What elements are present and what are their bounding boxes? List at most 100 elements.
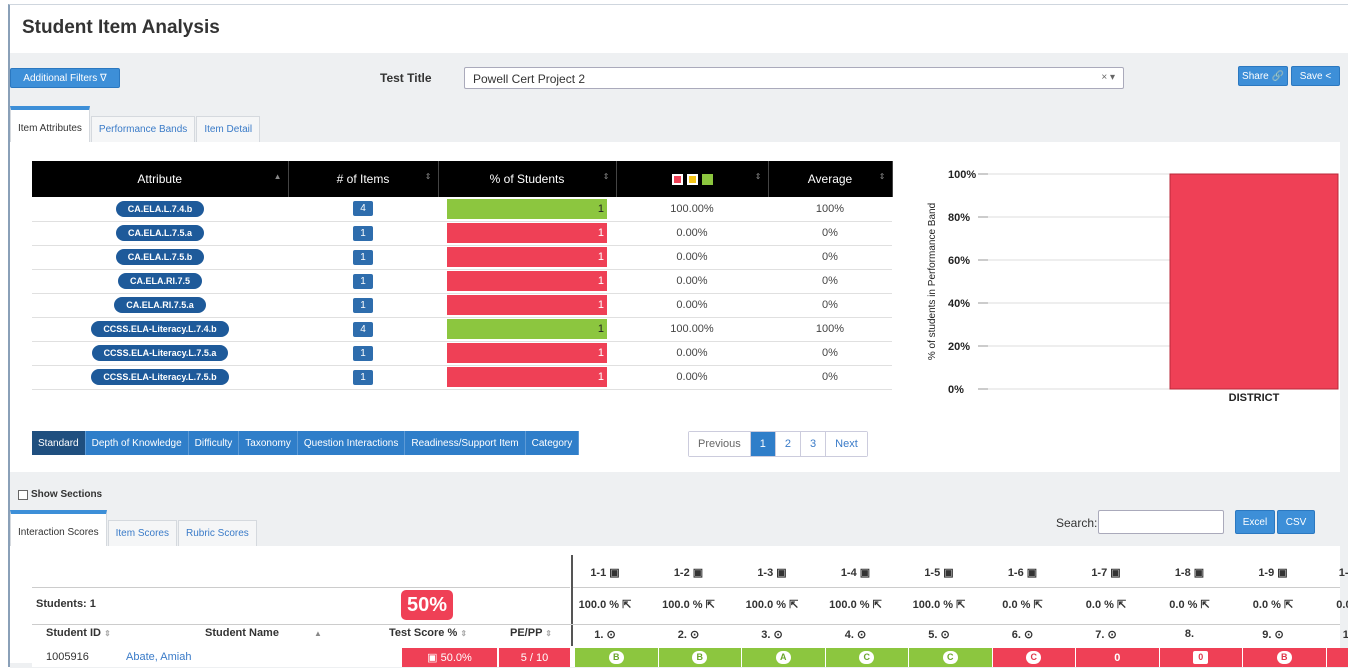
pagination-next[interactable]: Next — [826, 432, 867, 456]
category-button-bar: Standard Depth of Knowledge Difficulty T… — [32, 431, 579, 455]
csv-export-button[interactable]: CSV — [1277, 510, 1315, 534]
question-number-header[interactable]: 2. ⊙ — [659, 628, 719, 641]
item-count-badge[interactable]: 4 — [353, 201, 373, 216]
category-standard-button[interactable]: Standard — [32, 431, 86, 455]
share-button[interactable]: Share 🔗 — [1238, 66, 1288, 86]
student-name-link[interactable]: Abate, Amiah — [126, 651, 191, 663]
question-pct-header[interactable]: 0.0 % ⇱ — [1243, 598, 1303, 611]
category-category-button[interactable]: Category — [526, 431, 580, 455]
question-number-header[interactable]: 3. ⊙ — [742, 628, 802, 641]
question-pct-header[interactable]: 100.0 % ⇱ — [909, 598, 969, 611]
category-dok-button[interactable]: Depth of Knowledge — [86, 431, 189, 455]
answer-cell[interactable]: C — [993, 648, 1076, 667]
question-id-header[interactable]: 1-6 ▣ — [993, 566, 1053, 579]
category-taxonomy-button[interactable]: Taxonomy — [239, 431, 298, 455]
question-pct-header[interactable]: 100.0 % ⇱ — [826, 598, 886, 611]
question-id-header[interactable]: 1-8 ▣ — [1160, 566, 1220, 579]
col-legend[interactable]: ⇕ — [616, 161, 768, 197]
answer-cell[interactable]: B — [1243, 648, 1326, 667]
answer-cell[interactable]: B — [659, 648, 742, 667]
col-attribute[interactable]: Attribute▲ — [32, 161, 288, 197]
pagination-page-2[interactable]: 2 — [776, 432, 801, 456]
category-difficulty-button[interactable]: Difficulty — [189, 431, 240, 455]
attribute-pill[interactable]: CCSS.ELA-Literacy.L.7.5.b — [91, 369, 228, 385]
item-count-badge[interactable]: 1 — [353, 346, 373, 361]
category-readiness-button[interactable]: Readiness/Support Item — [405, 431, 525, 455]
attribute-pill[interactable]: CA.ELA.L.7.5.b — [116, 249, 205, 265]
item-count-badge[interactable]: 1 — [353, 274, 373, 289]
answer-cell[interactable]: 0 — [1160, 648, 1243, 667]
tab-interaction-scores[interactable]: Interaction Scores — [10, 510, 107, 546]
item-count-badge[interactable]: 1 — [353, 298, 373, 313]
show-sections-toggle[interactable]: Show Sections — [18, 489, 102, 500]
attribute-pill[interactable]: CA.ELA.L.7.5.a — [116, 225, 204, 241]
question-pct-header[interactable]: 100.0 % ⇱ — [575, 598, 635, 611]
answer-cell[interactable] — [1327, 648, 1348, 667]
question-number-header[interactable]: 8. — [1160, 628, 1220, 640]
question-pct-header[interactable]: 0.0 % ⇱ — [1076, 598, 1136, 611]
attribute-pill[interactable]: CA.ELA.RI.7.5 — [118, 273, 202, 289]
item-count-badge[interactable]: 1 — [353, 226, 373, 241]
question-number-header[interactable]: 4. ⊙ — [826, 628, 886, 641]
tab-item-attributes[interactable]: Item Attributes — [10, 106, 90, 142]
item-count-badge[interactable]: 4 — [353, 322, 373, 337]
question-id-header[interactable]: 1-5 ▣ — [909, 566, 969, 579]
category-question-interactions-button[interactable]: Question Interactions — [298, 431, 406, 455]
question-number-header[interactable]: 9. ⊙ — [1243, 628, 1303, 641]
answer-cell[interactable]: A — [742, 648, 825, 667]
pagination-page-3[interactable]: 3 — [801, 432, 826, 456]
question-id-header[interactable]: 1-2 ▣ — [659, 566, 719, 579]
show-sections-checkbox[interactable] — [18, 490, 28, 500]
tab-item-detail[interactable]: Item Detail — [196, 116, 260, 142]
col-items[interactable]: # of Items⇕ — [288, 161, 438, 197]
question-pct-header[interactable]: 100.0 % ⇱ — [659, 598, 719, 611]
answer-cell[interactable]: B — [575, 648, 658, 667]
additional-filters-button[interactable]: Additional Filters ∇ — [10, 68, 120, 88]
question-number-header[interactable]: 10. ⊙ — [1327, 628, 1348, 641]
excel-export-button[interactable]: Excel — [1235, 510, 1275, 534]
question-number-header[interactable]: 5. ⊙ — [909, 628, 969, 641]
item-count-badge[interactable]: 1 — [353, 250, 373, 265]
question-pct-header[interactable]: 0.0 % ⇱ — [1160, 598, 1220, 611]
test-title-select[interactable]: Powell Cert Project 2 × ▾ — [464, 67, 1124, 89]
question-id-header[interactable]: 1-9 ▣ — [1243, 566, 1303, 579]
col-average[interactable]: Average⇕ — [768, 161, 892, 197]
pagination-previous[interactable]: Previous — [689, 432, 751, 456]
attribute-pill[interactable]: CCSS.ELA-Literacy.L.7.4.b — [91, 321, 228, 337]
pagination-page-1[interactable]: 1 — [751, 432, 776, 456]
attribute-pill[interactable]: CA.ELA.L.7.4.b — [116, 201, 205, 217]
question-number-header[interactable]: 1. ⊙ — [575, 628, 635, 641]
save-button[interactable]: Save < — [1291, 66, 1340, 86]
attribute-pill[interactable]: CCSS.ELA-Literacy.L.7.5.a — [92, 345, 229, 361]
question-id-header[interactable]: 1-7 ▣ — [1076, 566, 1136, 579]
table-row: CA.ELA.L.7.4.b41100.00%100% — [32, 197, 892, 221]
search-input[interactable] — [1098, 510, 1224, 534]
question-pct-header[interactable]: 0.0 % ⇱ — [993, 598, 1053, 611]
answer-cell[interactable]: C — [826, 648, 909, 667]
question-number-header[interactable]: 7. ⊙ — [1076, 628, 1136, 641]
question-pct-header[interactable]: 0.0 % ⇱ — [1327, 598, 1348, 611]
question-id-header[interactable]: 1-1 ▣ — [575, 566, 635, 579]
header-test-score[interactable]: Test Score % ⇕ — [389, 627, 467, 639]
question-number-header[interactable]: 6. ⊙ — [993, 628, 1053, 641]
question-id-header[interactable]: 1-10 ▣ — [1327, 566, 1348, 579]
question-id-header[interactable]: 1-4 ▣ — [826, 566, 886, 579]
question-id-header[interactable]: 1-3 ▣ — [742, 566, 802, 579]
answer-cell[interactable]: C — [909, 648, 992, 667]
header-pe-pp[interactable]: PE/PP ⇕ — [510, 627, 552, 639]
header-student-name[interactable]: Student Name ▲ — [205, 627, 322, 639]
attribute-cell: CCSS.ELA-Literacy.L.7.5.b — [32, 365, 288, 389]
item-count-badge[interactable]: 1 — [353, 370, 373, 385]
tab-rubric-scores[interactable]: Rubric Scores — [178, 520, 257, 546]
header-student-id[interactable]: Student ID ⇕ — [46, 627, 111, 639]
tab-item-scores[interactable]: Item Scores — [108, 520, 177, 546]
test-score-cell[interactable]: ▣ 50.0% — [402, 648, 497, 667]
tab-performance-bands[interactable]: Performance Bands — [91, 116, 195, 142]
attribute-pill[interactable]: CA.ELA.RI.7.5.a — [114, 297, 206, 313]
question-pct-header[interactable]: 100.0 % ⇱ — [742, 598, 802, 611]
answer-cell[interactable]: 0 — [1076, 648, 1159, 667]
pct-students-bar: 1 — [447, 199, 607, 219]
answer-choice: B — [692, 651, 707, 664]
col-pct-students[interactable]: % of Students⇕ — [438, 161, 616, 197]
select-clear-chevron-icon[interactable]: × ▾ — [1101, 72, 1115, 83]
